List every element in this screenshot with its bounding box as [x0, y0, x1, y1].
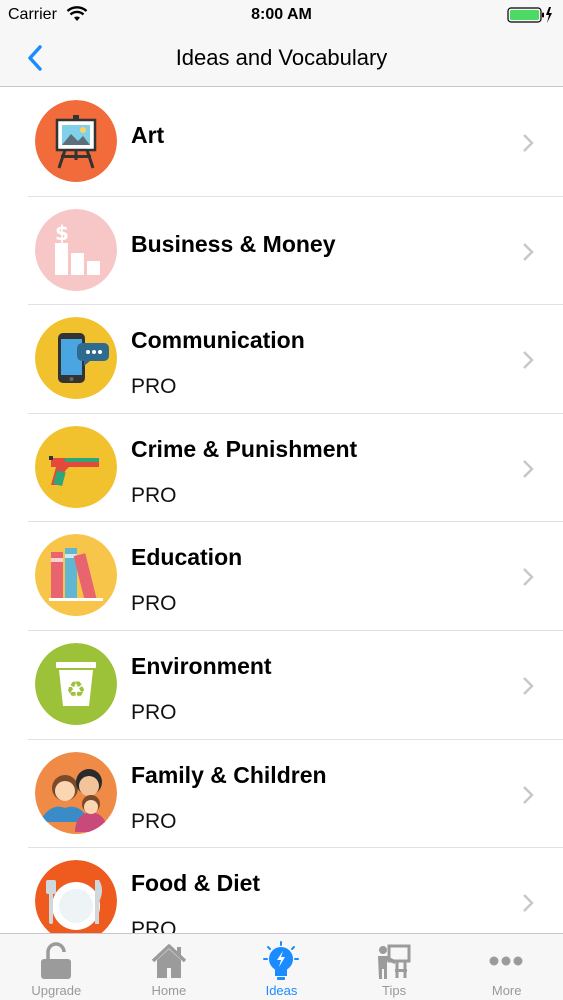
lightbulb-icon	[263, 941, 300, 980]
topic-label: Environment	[131, 652, 272, 679]
clock: 8:00 AM	[251, 6, 312, 23]
chevron-right-icon	[523, 568, 534, 587]
svg-text:♻: ♻	[66, 678, 86, 703]
tab-tips[interactable]: Tips	[338, 934, 451, 1000]
tab-more[interactable]: More	[450, 934, 563, 1000]
chevron-right-icon	[523, 242, 534, 261]
plate-cutlery-icon	[35, 860, 117, 933]
topic-label: Crime & Punishment	[131, 435, 358, 462]
chevron-right-icon	[523, 677, 534, 695]
topic-row-environment[interactable]: ♻ Environment PRO	[0, 631, 563, 740]
svg-text:$: $	[55, 221, 69, 245]
tab-label: Upgrade	[31, 983, 82, 998]
topic-label: Food & Diet	[131, 870, 261, 897]
navigation-bar: Ideas and Vocabulary	[0, 30, 563, 87]
status-bar: Carrier 8:00 AM	[0, 0, 563, 30]
easel-painting-icon	[35, 100, 117, 182]
topic-row-communication[interactable]: Communication PRO	[0, 305, 563, 414]
tab-label: Ideas	[265, 983, 298, 998]
money-chart-icon: $	[35, 208, 117, 291]
chevron-right-icon	[523, 894, 534, 913]
tab-upgrade[interactable]: Upgrade	[0, 934, 113, 1000]
topic-row-education[interactable]: Education PRO	[0, 522, 563, 631]
pro-badge: PRO	[131, 592, 177, 616]
pro-badge: PRO	[131, 483, 177, 507]
topic-row-art[interactable]: Art	[0, 88, 563, 197]
page-title: Ideas and Vocabulary	[175, 45, 388, 70]
topic-label: Business & Money	[131, 230, 336, 257]
topic-row-food-diet[interactable]: Food & Diet PRO	[0, 848, 563, 933]
recycle-bin-icon: ♻	[35, 642, 117, 725]
tab-label: Home	[151, 983, 187, 998]
tab-label: Tips	[382, 983, 407, 998]
topic-label: Family & Children	[131, 761, 327, 788]
chevron-right-icon	[523, 134, 534, 152]
topic-list: Art $ Business & Money Communication PRO…	[0, 88, 563, 933]
pro-badge: PRO	[131, 375, 177, 399]
pro-badge: PRO	[131, 809, 177, 833]
topic-label: Communication	[131, 327, 305, 354]
family-icon	[35, 751, 117, 834]
lock-icon	[41, 942, 71, 979]
tab-home[interactable]: Home	[113, 934, 226, 1000]
tab-bar: Upgrade Home Ideas Tips More	[0, 933, 563, 1000]
more-dots-icon	[489, 956, 523, 966]
pro-badge: PRO	[131, 918, 177, 933]
pro-badge: PRO	[131, 700, 177, 724]
tab-ideas[interactable]: Ideas	[225, 934, 338, 1000]
topic-label: Art	[131, 122, 165, 148]
books-icon	[35, 534, 117, 617]
topic-row-crime-punishment[interactable]: Crime & Punishment PRO	[0, 414, 563, 523]
battery-icon	[507, 7, 552, 23]
phone-chat-icon	[35, 317, 117, 400]
home-icon	[151, 944, 186, 978]
tab-label: More	[491, 983, 522, 998]
chevron-right-icon	[523, 459, 534, 478]
gun-icon	[35, 425, 117, 508]
chevron-right-icon	[523, 785, 534, 804]
topic-row-family-children[interactable]: Family & Children PRO	[0, 740, 563, 849]
chevron-right-icon	[523, 351, 534, 370]
topic-label: Education	[131, 544, 243, 571]
teacher-board-icon	[377, 944, 411, 979]
topic-row-business-money[interactable]: $ Business & Money	[0, 197, 563, 306]
